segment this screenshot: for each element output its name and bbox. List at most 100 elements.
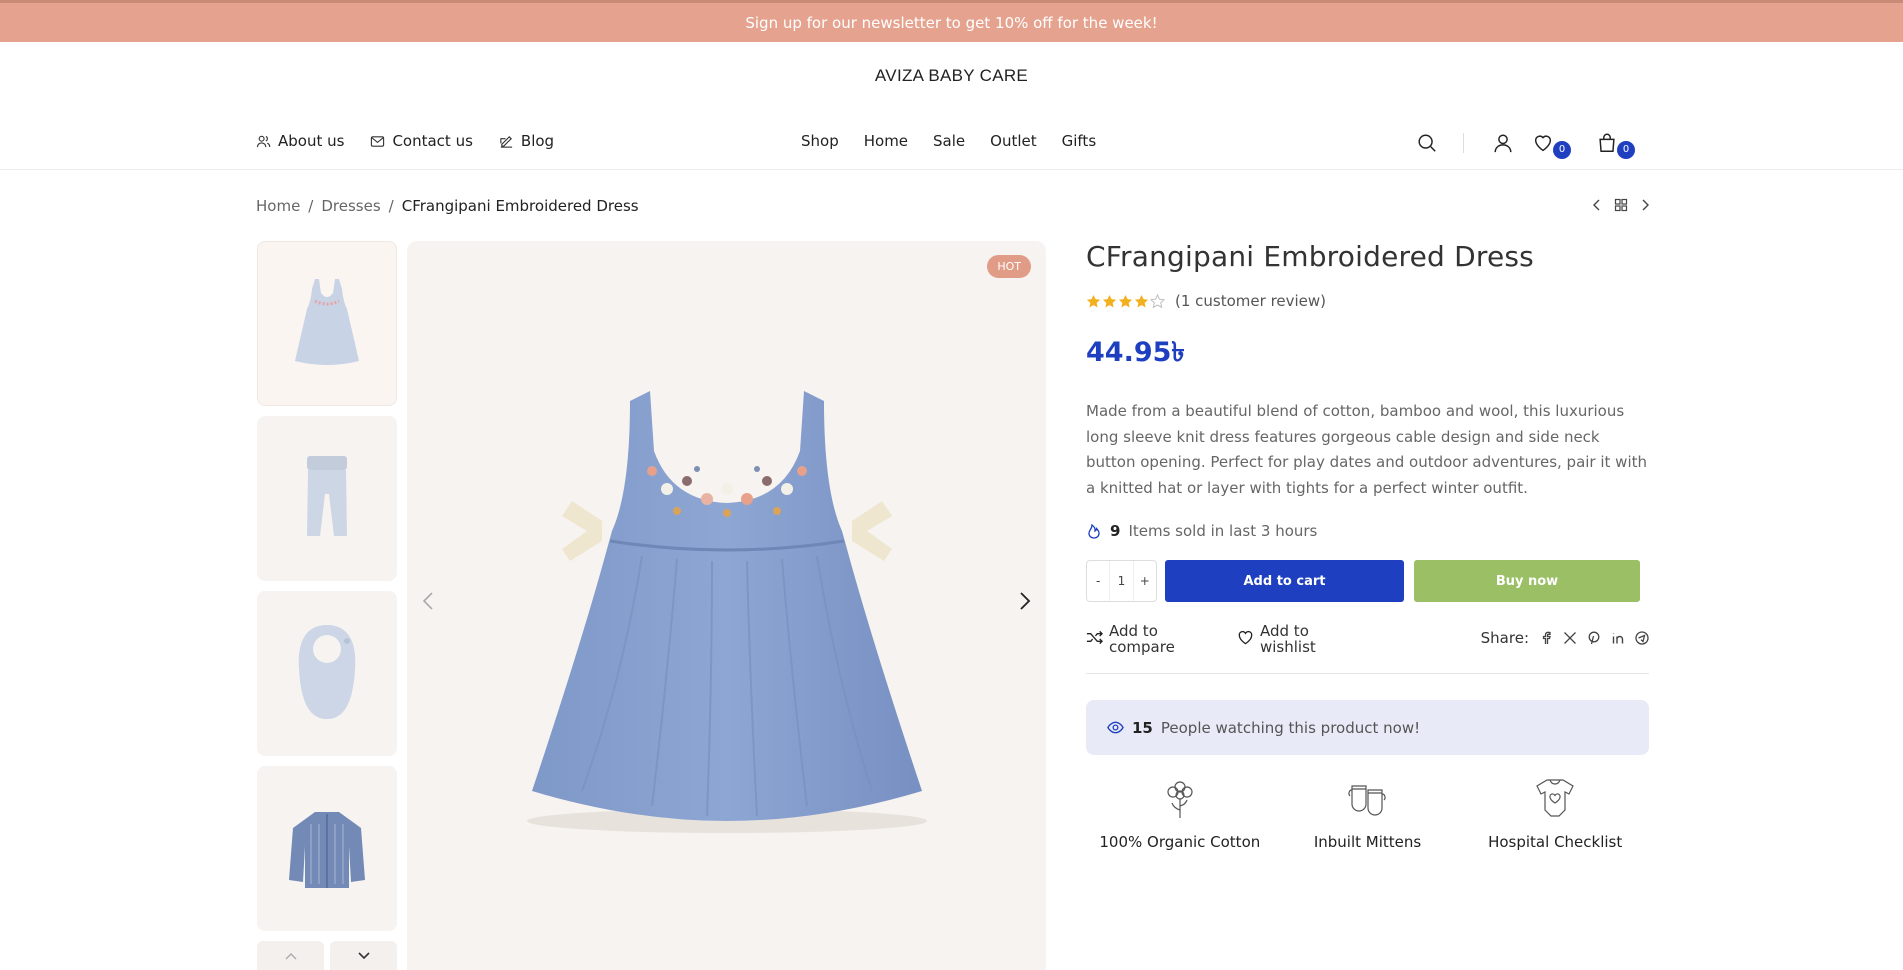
add-to-wishlist-button[interactable]: Add to wishlist	[1237, 623, 1357, 655]
main-nav: About us Contact us Blog Shop Home Sale …	[0, 126, 1903, 170]
add-to-cart-button[interactable]: Add to cart	[1165, 560, 1404, 602]
grid-icon[interactable]	[1614, 198, 1628, 212]
quantity-decrease-button[interactable]: -	[1087, 561, 1109, 601]
onesie-icon	[1536, 779, 1574, 817]
nav-contact-us-label: Contact us	[392, 132, 473, 150]
chevron-right-icon[interactable]	[1638, 198, 1652, 212]
fire-icon	[1088, 523, 1100, 539]
pinterest-icon[interactable]	[1587, 631, 1601, 645]
purchase-row: - 1 + Add to cart Buy now	[1086, 560, 1649, 602]
next-image-arrow-icon[interactable]	[1012, 589, 1036, 613]
previous-image-arrow-icon[interactable]	[417, 589, 441, 613]
nav-blog-label: Blog	[520, 132, 555, 150]
compare-label-line2: compare	[1109, 638, 1175, 656]
thumbnail-bib[interactable]	[257, 591, 397, 756]
breadcrumb-home[interactable]: Home	[256, 197, 300, 215]
shopping-bag-icon	[1599, 133, 1615, 152]
nav-about-us-label: About us	[278, 132, 345, 150]
nav-divider	[1463, 133, 1464, 153]
eye-icon	[1107, 721, 1124, 734]
cart-count-badge: 0	[1617, 141, 1635, 159]
feature-hospital-checklist: Hospital Checklist	[1461, 776, 1649, 851]
share-label: Share:	[1480, 629, 1529, 647]
quantity-increase-button[interactable]: +	[1134, 561, 1156, 601]
cart-button[interactable]: 0	[1596, 132, 1635, 159]
nav-gifts[interactable]: Gifts	[1062, 132, 1097, 150]
search-icon	[1418, 134, 1436, 152]
add-to-wishlist-label: Add to wishlist	[1260, 623, 1316, 655]
thumbnail-cardigan[interactable]	[257, 766, 397, 931]
facebook-icon[interactable]	[1539, 631, 1553, 645]
wishlist-label-line1: Add to	[1260, 622, 1309, 640]
thumbnail-pants[interactable]	[257, 416, 397, 581]
hot-badge: HOT	[987, 255, 1031, 278]
announcement-text[interactable]: Sign up for our newsletter to get 10% of…	[745, 14, 1157, 32]
nav-sale[interactable]: Sale	[933, 132, 965, 150]
thumbnail-dress[interactable]	[257, 241, 397, 406]
product-actions: Add to compare Add to wishlist Share:	[1086, 623, 1649, 659]
product-title: CFrangipani Embroidered Dress	[1086, 240, 1534, 273]
chevron-left-icon[interactable]	[1590, 198, 1604, 212]
breadcrumb-dresses[interactable]: Dresses	[321, 197, 380, 215]
account-button[interactable]	[1492, 132, 1514, 154]
envelope-icon	[371, 135, 385, 147]
nav-center-links: Shop Home Sale Outlet Gifts	[801, 132, 1096, 150]
users-icon	[256, 135, 271, 147]
shuffle-icon	[1086, 630, 1103, 645]
items-sold-count: 9	[1110, 522, 1121, 540]
product-price: 44.95৳	[1086, 337, 1185, 368]
quantity-input[interactable]: 1	[1109, 561, 1134, 601]
breadcrumb-separator: /	[308, 197, 314, 215]
linkedin-icon[interactable]	[1611, 631, 1625, 645]
quantity-stepper: - 1 +	[1086, 560, 1157, 602]
watching-count: 15	[1132, 718, 1153, 737]
wishlist-count-badge: 0	[1553, 141, 1571, 159]
feature-inbuilt-mittens-label: Inbuilt Mittens	[1313, 833, 1422, 851]
wishlist-button[interactable]: 0	[1532, 132, 1571, 159]
search-button[interactable]	[1416, 132, 1438, 154]
add-to-compare-label: Add to compare	[1109, 623, 1175, 655]
heart-icon	[1238, 630, 1253, 645]
nav-about-us[interactable]: About us	[256, 132, 344, 150]
product-rating: (1 customer review)	[1086, 292, 1649, 310]
breadcrumb-current: CFrangipani Embroidered Dress	[401, 197, 639, 215]
nav-shop[interactable]: Shop	[801, 132, 839, 150]
watching-text: People watching this product now!	[1160, 718, 1421, 737]
divider	[1086, 673, 1649, 674]
add-to-compare-button[interactable]: Add to compare	[1086, 623, 1237, 655]
user-icon	[1494, 134, 1512, 153]
nav-left-links: About us Contact us Blog	[256, 132, 554, 150]
wishlist-label-line2: wishlist	[1260, 638, 1316, 656]
watching-notice: 15 People watching this product now!	[1086, 700, 1649, 755]
nav-contact-us[interactable]: Contact us	[370, 132, 473, 150]
thumbnail-scroll-up-button[interactable]	[257, 941, 324, 970]
telegram-icon[interactable]	[1635, 631, 1649, 645]
breadcrumb: Home / Dresses / CFrangipani Embroidered…	[256, 197, 639, 215]
heart-icon	[1534, 135, 1552, 152]
buy-now-button[interactable]: Buy now	[1414, 560, 1640, 602]
feature-inbuilt-mittens: Inbuilt Mittens	[1274, 776, 1462, 851]
product-navigation	[1590, 198, 1652, 212]
mittens-icon	[1347, 785, 1386, 816]
product-description: Made from a beautiful blend of cotton, b…	[1086, 402, 1647, 497]
thumbnail-scroll-down-button[interactable]	[330, 941, 397, 970]
feature-hospital-checklist-label: Hospital Checklist	[1488, 833, 1623, 851]
x-twitter-icon[interactable]	[1563, 631, 1577, 645]
star-filled-icon	[1118, 294, 1133, 307]
thumbnail-scroll-controls	[257, 941, 397, 970]
compare-label-line1: Add to	[1109, 622, 1158, 640]
nav-outlet[interactable]: Outlet	[990, 132, 1036, 150]
site-logo[interactable]: AVIZA BABY CARE	[0, 66, 1903, 86]
star-rating	[1086, 293, 1165, 309]
nav-right-icons: 0 0	[1416, 126, 1635, 160]
star-filled-icon	[1102, 294, 1117, 307]
bib-thumbnail-image	[298, 624, 356, 719]
cardigan-thumbnail-image	[289, 811, 365, 888]
star-filled-icon	[1086, 294, 1101, 307]
nav-home[interactable]: Home	[864, 132, 908, 150]
main-product-image[interactable]: HOT	[407, 241, 1046, 970]
blue-embroidered-dress-image	[527, 391, 927, 833]
customer-review-link[interactable]: (1 customer review)	[1175, 292, 1326, 310]
cotton-flower-icon	[1167, 781, 1193, 818]
nav-blog[interactable]: Blog	[499, 132, 554, 150]
